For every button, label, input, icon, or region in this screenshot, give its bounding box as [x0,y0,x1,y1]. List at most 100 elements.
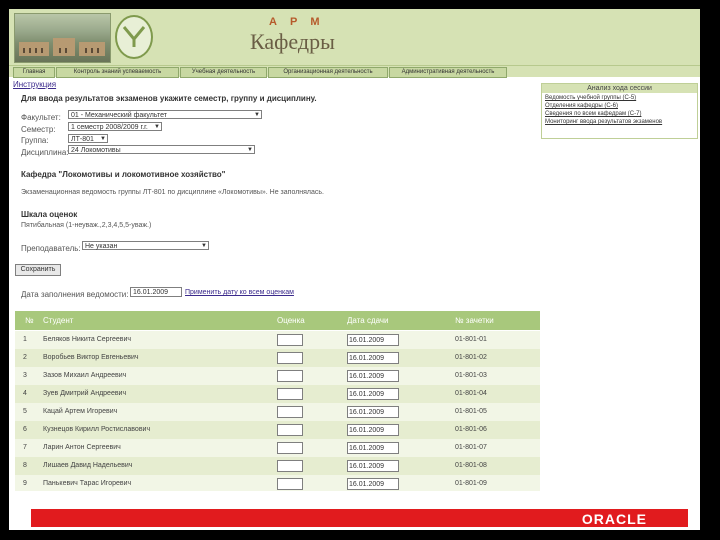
app-abbr: А Р М [269,16,325,28]
save-button[interactable]: Сохранить [15,264,61,276]
col-student: Студент [43,316,74,325]
group-select[interactable]: ЛТ-801 ▼ [68,134,108,143]
record-book-number: 01-801-05 [455,408,487,415]
table-row: 4 Зуев Дмитрий Андреевич 16.01.2009 01-8… [15,385,540,403]
panel-title: Анализ хода сессии [542,84,697,93]
exam-date-input[interactable]: 16.01.2009 [347,352,399,364]
panel-link-all-departments[interactable]: Сведения по всем кафедрам (С-7) [545,111,697,117]
exam-date-input[interactable]: 16.01.2009 [347,478,399,490]
main-nav: Главная Контроль знаний успеваемость Уче… [9,66,700,78]
record-book-number: 01-801-07 [455,444,487,451]
table-row: 9 Панькевич Тарас Игоревич 16.01.2009 01… [15,475,540,491]
teacher-select-value: Не указан [85,243,118,250]
fill-date-input[interactable]: 16.01.2009 [130,287,182,297]
col-grade: Оценка [277,316,305,325]
exam-date-input[interactable]: 16.01.2009 [347,442,399,454]
panel-link-monitoring[interactable]: Мониторинг ввода результатов экзаменов [545,119,697,125]
grade-input[interactable] [277,388,303,400]
row-number: 1 [23,336,27,343]
col-record-book: № зачетки [455,316,494,325]
record-book-number: 01-801-01 [455,336,487,343]
chevron-down-icon: ▼ [201,243,207,249]
row-number: 2 [23,354,27,361]
faculty-select[interactable]: 01 - Механический факультет ▼ [68,110,262,119]
exam-date-input[interactable]: 16.01.2009 [347,388,399,400]
grade-input[interactable] [277,370,303,382]
semester-label: Семестр: [21,125,56,134]
col-number: № [25,316,34,325]
teacher-select[interactable]: Не указан ▼ [82,241,209,250]
row-number: 8 [23,462,27,469]
semester-select-value: 1 семестр 2008/2009 г.г. [71,124,148,131]
university-logo-icon [115,15,153,59]
panel-link-group-sheet[interactable]: Ведомость учебной группы (С-5) [545,95,697,101]
grade-input[interactable] [277,478,303,490]
record-book-number: 01-801-02 [455,354,487,361]
grade-input[interactable] [277,442,303,454]
faculty-select-value: 01 - Механический факультет [71,112,167,119]
form-heading: Для ввода результатов экзаменов укажите … [21,94,317,103]
exam-date-input[interactable]: 16.01.2009 [347,424,399,436]
exam-date-input[interactable]: 16.01.2009 [347,406,399,418]
student-name: Кацай Артем Игоревич [43,408,118,415]
exam-date-input[interactable]: 16.01.2009 [347,370,399,382]
scale-title: Шкала оценок [21,210,78,219]
table-header: № Студент Оценка Дата сдачи № зачетки [15,311,540,330]
table-row: 8 Лишаев Давид Надельевич 16.01.2009 01-… [15,457,540,475]
student-name: Зуев Дмитрий Андреевич [43,390,127,397]
apply-date-link[interactable]: Применить дату ко всем оценкам [185,289,294,296]
student-name: Кузнецов Кирилл Ростиславович [43,426,151,433]
session-analysis-panel: Анализ хода сессии Ведомость учебной гру… [541,83,698,139]
student-name: Беляков Никита Сергеевич [43,336,132,343]
chevron-down-icon: ▼ [154,124,160,130]
record-book-number: 01-801-09 [455,480,487,487]
grade-input[interactable] [277,334,303,346]
student-name: Зазов Михаил Андреевич [43,372,127,379]
exam-date-input[interactable]: 16.01.2009 [347,460,399,472]
teacher-label: Преподаватель: [21,244,81,253]
discipline-label: Дисциплина: [21,148,69,157]
table-row: 1 Беляков Никита Сергеевич 16.01.2009 01… [15,331,540,349]
grade-input[interactable] [277,406,303,418]
nav-item-knowledge-control[interactable]: Контроль знаний успеваемость [56,67,179,78]
app-window: А Р М Кафедры Главная Контроль знаний ус… [9,9,700,530]
header-photo [14,13,111,63]
nav-item-organization[interactable]: Организационная деятельность [268,67,388,78]
record-book-number: 01-801-08 [455,462,487,469]
footer-bar: ORACLE [31,509,688,527]
sheet-status: Экзаменационная ведомость группы ЛТ-801 … [21,189,325,196]
table-row: 3 Зазов Михаил Андреевич 16.01.2009 01-8… [15,367,540,385]
faculty-label: Факультет: [21,113,61,122]
department-name: Кафедра "Локомотивы и локомотивное хозяй… [21,170,226,179]
nav-item-education[interactable]: Учебная деятельность [180,67,267,78]
chevron-down-icon: ▼ [100,136,106,142]
discipline-select[interactable]: 24 Локомотивы ▼ [68,145,255,154]
row-number: 4 [23,390,27,397]
row-number: 6 [23,426,27,433]
student-name: Лишаев Давид Надельевич [43,462,133,469]
group-label: Группа: [21,136,49,145]
panel-link-department-units[interactable]: Отделения кафедры (С-6) [545,103,697,109]
grade-input[interactable] [277,424,303,436]
student-name: Панькевич Тарас Игоревич [43,480,132,487]
student-name: Воробьев Виктор Евгеньевич [43,354,139,361]
exam-date-input[interactable]: 16.01.2009 [347,334,399,346]
instruction-link[interactable]: Инструкция [13,80,56,89]
table-row: 6 Кузнецов Кирилл Ростиславович 16.01.20… [15,421,540,439]
header: А Р М Кафедры [9,9,700,66]
discipline-select-value: 24 Локомотивы [71,147,121,154]
table-row: 5 Кацай Артем Игоревич 16.01.2009 01-801… [15,403,540,421]
semester-select[interactable]: 1 семестр 2008/2009 г.г. ▼ [68,122,162,131]
record-book-number: 01-801-04 [455,390,487,397]
col-date: Дата сдачи [347,316,389,325]
nav-item-administration[interactable]: Административная деятельность [389,67,507,78]
chevron-down-icon: ▼ [247,147,253,153]
record-book-number: 01-801-03 [455,372,487,379]
page-title: Кафедры [250,29,335,54]
nav-item-home[interactable]: Главная [13,67,55,78]
table-row: 2 Воробьев Виктор Евгеньевич 16.01.2009 … [15,349,540,367]
chevron-down-icon: ▼ [254,112,260,118]
fill-date-label: Дата заполнения ведомости: [21,290,129,299]
grade-input[interactable] [277,460,303,472]
grade-input[interactable] [277,352,303,364]
